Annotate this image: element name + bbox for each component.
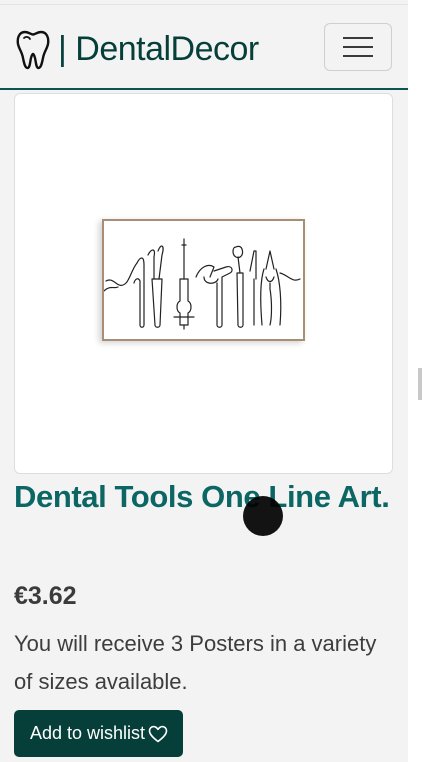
brand-link[interactable]: | DentalDecor	[16, 27, 259, 71]
heart-outline-icon	[148, 725, 168, 742]
main-content: | DentalDecor Dental Tools One Line Art.…	[0, 0, 408, 762]
tooth-icon	[16, 30, 50, 70]
framed-poster-image	[102, 219, 305, 341]
hamburger-icon-bar	[343, 55, 373, 57]
product-image[interactable]	[14, 93, 393, 474]
hamburger-icon-bar	[343, 46, 373, 48]
navbar-toggle-button[interactable]	[324, 23, 392, 71]
resize-handle[interactable]	[418, 368, 422, 400]
product-description: You will receive 3 Posters in a variety …	[14, 631, 377, 694]
brand-name: | DentalDecor	[58, 30, 259, 68]
navbar-divider	[0, 4, 408, 5]
dental-tools-line-art	[104, 238, 301, 330]
product-price: €3.62	[14, 582, 77, 610]
navbar: | DentalDecor	[0, 0, 408, 90]
product-title: Dental Tools One Line Art.	[14, 479, 390, 514]
wishlist-button-label: Add to wishlist	[30, 723, 146, 743]
page: | DentalDecor Dental Tools One Line Art.…	[0, 0, 424, 762]
touch-cursor-indicator	[243, 496, 283, 536]
add-to-wishlist-button[interactable]: Add to wishlist	[14, 710, 184, 757]
hamburger-icon-bar	[343, 37, 373, 39]
